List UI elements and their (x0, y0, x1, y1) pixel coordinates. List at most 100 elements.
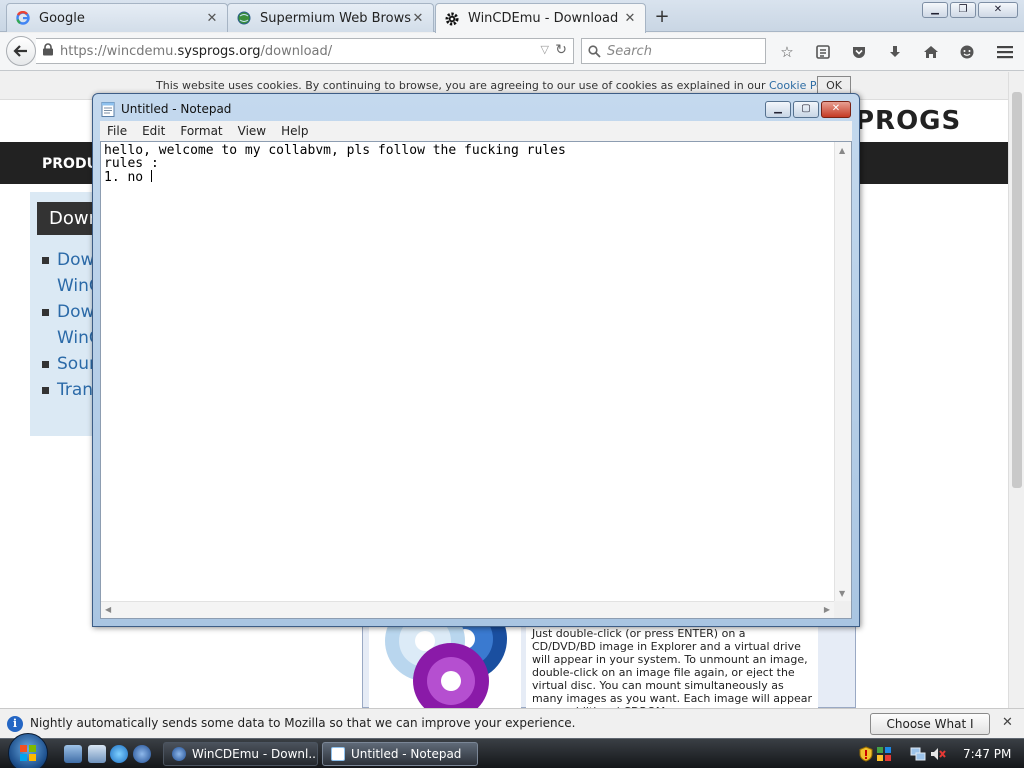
side-link-list: Dow WinC Dow WinC Sour Tran (40, 247, 100, 403)
side-link[interactable]: WinC (40, 325, 100, 351)
scroll-right-arrow-icon[interactable]: ▶ (824, 605, 830, 614)
browser-tab-strip: Google ✕ Supermium Web Browser ✕ WinCDEm… (0, 0, 1024, 33)
notepad-window: Untitled - Notepad ▁ ▢ ✕ File Edit Forma… (92, 93, 860, 627)
reload-icon[interactable]: ↻ (555, 42, 567, 58)
firefox-nightly-icon[interactable] (133, 745, 151, 763)
vertical-scrollbar[interactable]: ▲ ▼ (834, 142, 851, 602)
search-icon (588, 44, 601, 58)
maximize-button[interactable]: ▢ (793, 101, 819, 118)
feature-box: Just double-click (or press ENTER) on a … (362, 620, 856, 708)
side-link[interactable]: Sour (40, 351, 100, 377)
tab-label: WinCDEmu - Download (468, 11, 619, 26)
taskbar: WinCDEmu - Downl... Untitled - Notepad 7… (0, 733, 1024, 768)
nav-item-products[interactable]: PRODU (42, 156, 98, 172)
system-tray: 7:47 PM (854, 743, 1024, 767)
side-link[interactable]: Dow (40, 299, 100, 325)
back-arrow-icon (13, 45, 27, 57)
notepad-title-bar[interactable]: Untitled - Notepad (101, 101, 231, 117)
back-button[interactable] (6, 36, 36, 66)
internet-explorer-icon[interactable] (110, 745, 128, 763)
text-line: hello, welcome to my collabvm, pls follo… (104, 143, 566, 158)
gear-icon (444, 11, 460, 27)
tab-label: Supermium Web Browser (260, 10, 411, 26)
reading-list-icon[interactable] (810, 41, 836, 63)
choose-what-i-share-button[interactable]: Choose What I Share (870, 713, 990, 751)
page-scrollbar[interactable] (1008, 72, 1024, 708)
globe-icon (236, 10, 252, 26)
chevron-down-icon[interactable]: ▽ (541, 43, 549, 56)
toolbar-icons: ☆ (774, 41, 980, 63)
download-icon[interactable] (882, 41, 908, 63)
pocket-icon[interactable] (846, 41, 872, 63)
feature-description: Just double-click (or press ENTER) on a … (526, 621, 818, 708)
site-logo[interactable]: PROGS (855, 106, 961, 136)
menu-file[interactable]: File (100, 124, 135, 138)
side-link[interactable]: Dow (40, 247, 100, 273)
lock-icon (42, 42, 54, 60)
url-text: https://wincdemu.sysprogs.org/download/ (60, 43, 333, 59)
minimize-button[interactable]: ▁ (765, 101, 791, 118)
show-desktop-icon[interactable] (64, 745, 82, 763)
side-heading: Down (37, 202, 95, 235)
close-button[interactable]: ✕ (821, 101, 851, 118)
cookie-text: This website uses cookies. By continuing… (156, 79, 843, 92)
minimize-button[interactable]: ▁ (922, 2, 948, 18)
side-link[interactable]: Tran (40, 377, 100, 403)
menu-edit[interactable]: Edit (135, 124, 173, 138)
restore-button[interactable]: ❐ (950, 2, 976, 18)
windows-logo-icon (20, 745, 36, 761)
sidebar-gadgets-icon[interactable] (876, 746, 892, 762)
url-bar[interactable]: https://wincdemu.sysprogs.org/download/ … (36, 38, 574, 64)
close-icon[interactable]: ✕ (623, 11, 637, 26)
side-link[interactable]: WinC (40, 273, 100, 299)
taskbar-item-notepad[interactable]: Untitled - Notepad (322, 742, 478, 766)
scroll-left-arrow-icon[interactable]: ◀ (105, 605, 111, 614)
notepad-icon (101, 101, 115, 117)
task-label: WinCDEmu - Downl... (192, 747, 318, 761)
notepad-window-controls: ▁ ▢ ✕ (765, 101, 851, 118)
search-placeholder: Search (607, 43, 652, 59)
notepad-icon (331, 747, 345, 761)
close-icon[interactable]: ✕ (205, 11, 219, 26)
notepad-content[interactable]: hello, welcome to my collabvm, pls follo… (104, 144, 832, 184)
scroll-up-arrow-icon[interactable]: ▲ (839, 146, 845, 155)
browser-icon (172, 747, 186, 761)
resize-grip-icon[interactable] (834, 601, 851, 618)
close-window-button[interactable]: ✕ (978, 2, 1018, 18)
bookmark-star-icon[interactable]: ☆ (774, 41, 800, 63)
clock[interactable]: 7:47 PM (963, 747, 1011, 761)
menu-format[interactable]: Format (173, 124, 230, 138)
tab-label: Google (39, 10, 85, 26)
menu-view[interactable]: View (231, 124, 274, 138)
search-input[interactable]: Search (581, 38, 766, 64)
scrollbar-thumb[interactable] (1012, 92, 1022, 488)
close-icon[interactable]: ✕ (1002, 715, 1013, 730)
network-icon[interactable] (910, 746, 926, 762)
close-icon[interactable]: ✕ (411, 11, 425, 26)
tab-google[interactable]: Google ✕ (6, 3, 228, 32)
discs-image (369, 621, 521, 708)
volume-muted-icon[interactable] (930, 746, 946, 762)
taskbar-item-browser[interactable]: WinCDEmu - Downl... (163, 742, 318, 766)
tab-wincdemu-download[interactable]: WinCDEmu - Download ✕ (435, 3, 646, 33)
security-shield-icon[interactable] (858, 746, 874, 762)
notepad-menu-bar: File Edit Format View Help (100, 121, 852, 141)
tab-supermium[interactable]: Supermium Web Browser ✕ (227, 3, 434, 32)
horizontal-scrollbar[interactable]: ◀ ▶ (101, 601, 834, 618)
task-label: Untitled - Notepad (351, 747, 462, 761)
text-caret (150, 170, 152, 182)
text-line: 1. no (104, 170, 152, 185)
new-tab-button[interactable]: + (650, 6, 674, 27)
info-icon: i (7, 716, 23, 732)
chat-icon[interactable] (954, 41, 980, 63)
menu-help[interactable]: Help (274, 124, 316, 138)
start-button[interactable] (8, 733, 48, 768)
scroll-down-arrow-icon[interactable]: ▼ (839, 589, 845, 598)
switch-windows-icon[interactable] (88, 745, 106, 763)
hamburger-menu-icon[interactable] (994, 41, 1016, 63)
text-line: rules : (104, 156, 159, 171)
browser-window-controls: ▁ ❐ ✕ (922, 2, 1018, 18)
notepad-text-area[interactable]: hello, welcome to my collabvm, pls follo… (100, 141, 852, 619)
notepad-title: Untitled - Notepad (121, 102, 232, 116)
home-icon[interactable] (918, 41, 944, 63)
